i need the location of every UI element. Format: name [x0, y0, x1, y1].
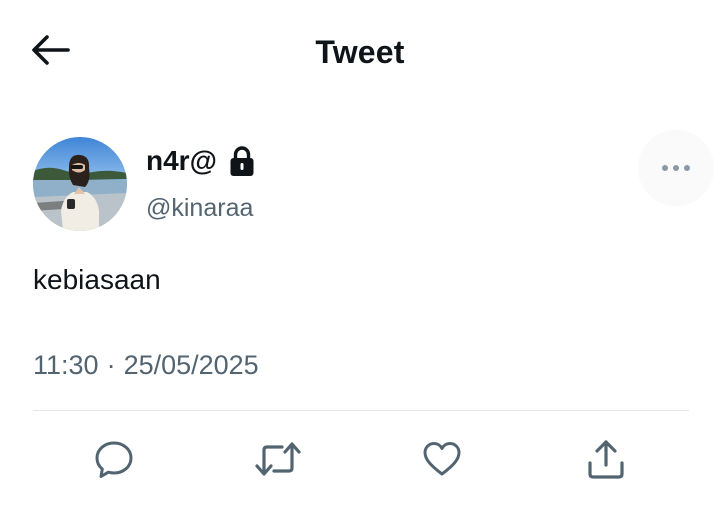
divider [33, 410, 689, 411]
tweet-text: kebiasaan [33, 264, 161, 295]
author-name-row: n4r@ [146, 141, 255, 181]
tweet-time: 11:30 [33, 350, 99, 380]
display-name[interactable]: n4r@ [146, 143, 217, 179]
timestamp-separator: · [106, 350, 116, 380]
share-button[interactable] [582, 437, 630, 485]
top-bar: Tweet [0, 0, 720, 100]
retweet-icon [255, 439, 301, 484]
like-button[interactable] [418, 437, 466, 485]
heart-icon [422, 440, 462, 483]
user-handle[interactable]: @kinaraa [146, 192, 253, 224]
more-options-button[interactable] [638, 130, 714, 206]
share-icon [586, 438, 626, 485]
retweet-button[interactable] [254, 437, 302, 485]
reply-button[interactable] [90, 437, 138, 485]
avatar[interactable] [33, 137, 127, 231]
lock-icon [229, 144, 255, 178]
more-horizontal-icon [661, 159, 691, 177]
tweet-date: 25/05/2025 [123, 350, 259, 380]
tweet-timestamp[interactable]: 11:30 · 25/05/2025 [33, 347, 259, 383]
page-title: Tweet [315, 34, 405, 70]
reply-icon [94, 439, 134, 484]
